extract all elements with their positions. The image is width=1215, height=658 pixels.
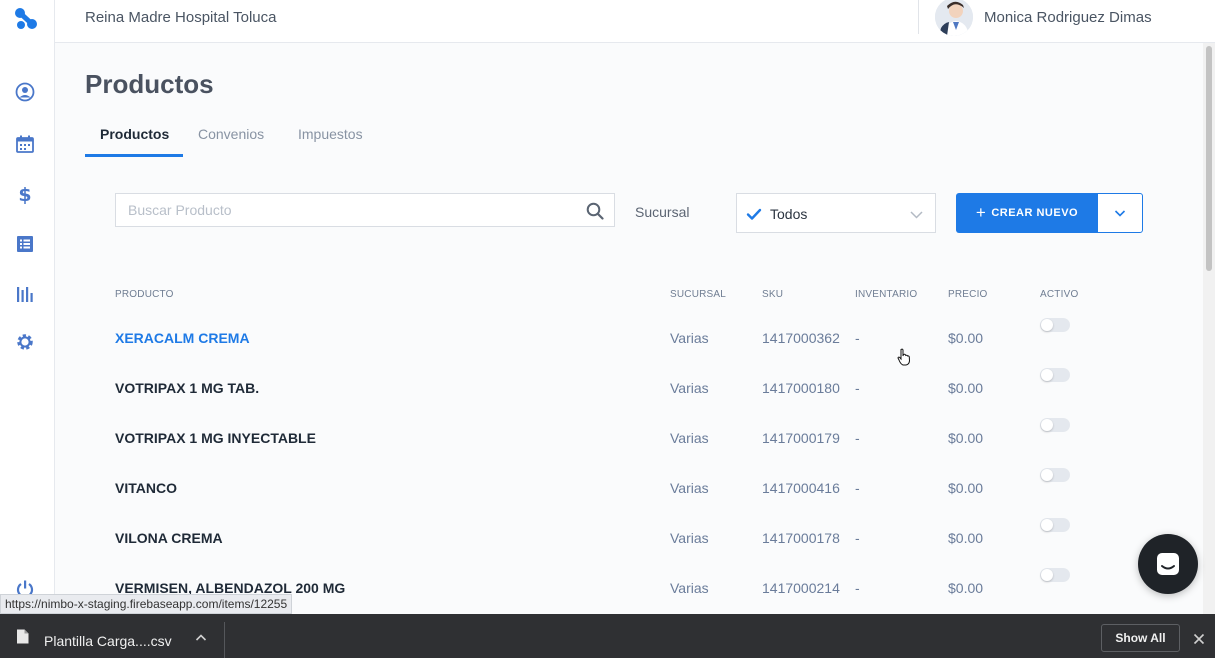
product-precio: $0.00 <box>948 430 984 446</box>
product-sucursal: Varias <box>670 480 709 496</box>
plus-icon: + <box>975 203 987 222</box>
active-toggle[interactable] <box>1040 568 1070 582</box>
tab-convenios[interactable]: Convenios <box>198 126 264 142</box>
dollar-icon[interactable]: $ <box>14 183 36 205</box>
search-icon[interactable] <box>586 202 604 220</box>
active-toggle[interactable] <box>1040 318 1070 332</box>
product-sku: 1417000416 <box>762 480 840 496</box>
status-url: https://nimbo-x-staging.firebaseapp.com/… <box>0 594 293 614</box>
product-name-link[interactable]: XERACALM CREMA <box>115 330 250 346</box>
download-file-name[interactable]: Plantilla Carga....csv <box>44 633 172 649</box>
product-sku: 1417000362 <box>762 330 840 346</box>
hospital-name: Reina Madre Hospital Toluca <box>85 9 277 26</box>
column-header-precio[interactable]: PRECIO <box>948 289 988 300</box>
active-toggle[interactable] <box>1040 368 1070 382</box>
product-name[interactable]: VILONA CREMA <box>115 530 223 546</box>
product-sku: 1417000214 <box>762 580 840 596</box>
scrollbar-thumb[interactable] <box>1206 46 1212 271</box>
create-new-button[interactable]: + CREAR NUEVO <box>956 193 1098 233</box>
column-header-sucursal[interactable]: SUCURSAL <box>670 289 726 300</box>
product-inventario: - <box>855 580 860 596</box>
product-precio: $0.00 <box>948 530 984 546</box>
avatar[interactable] <box>935 0 973 36</box>
app-logo[interactable] <box>13 5 39 31</box>
search-box <box>115 193 615 227</box>
chevron-down-icon <box>910 208 923 221</box>
check-icon <box>746 206 762 222</box>
table-row[interactable]: VILONA CREMA Varias 1417000178 - $0.00 <box>0 518 1200 580</box>
product-sucursal: Varias <box>670 580 709 596</box>
product-sucursal: Varias <box>670 330 709 346</box>
column-header-activo[interactable]: ACTIVO <box>1040 289 1078 300</box>
product-sucursal: Varias <box>670 430 709 446</box>
table-row[interactable]: VOTRIPAX 1 MG TAB. Varias 1417000180 - $… <box>0 368 1200 430</box>
user-circle-icon[interactable] <box>14 81 36 103</box>
product-precio: $0.00 <box>948 330 984 346</box>
table-row[interactable]: VITANCO Varias 1417000416 - $0.00 <box>0 468 1200 530</box>
column-header-sku[interactable]: SKU <box>762 289 783 300</box>
downloads-bar: Plantilla Carga....csv Show All <box>0 614 1215 658</box>
product-name[interactable]: VOTRIPAX 1 MG INYECTABLE <box>115 430 316 446</box>
topbar-divider <box>918 0 919 34</box>
table-row[interactable]: VOTRIPAX 1 MG INYECTABLE Varias 14170001… <box>0 418 1200 480</box>
product-sucursal: Varias <box>670 380 709 396</box>
file-icon <box>16 629 29 644</box>
show-all-button[interactable]: Show All <box>1101 624 1180 652</box>
list-icon[interactable] <box>14 233 36 255</box>
chat-launcher-button[interactable] <box>1138 534 1198 594</box>
vertical-scrollbar[interactable] <box>1203 43 1215 614</box>
product-inventario: - <box>855 430 860 446</box>
column-header-producto[interactable]: PRODUCTO <box>115 289 174 300</box>
product-inventario: - <box>855 380 860 396</box>
svg-text:$: $ <box>18 184 31 204</box>
page-title: Productos <box>85 69 214 99</box>
product-inventario: - <box>855 330 860 346</box>
column-header-inventario[interactable]: INVENTARIO <box>855 289 917 300</box>
downloads-divider <box>224 622 225 658</box>
product-sku: 1417000179 <box>762 430 840 446</box>
hand-cursor-icon <box>897 348 911 366</box>
create-new-label: CREAR NUEVO <box>991 207 1079 219</box>
product-precio: $0.00 <box>948 580 984 596</box>
search-input[interactable] <box>116 194 576 226</box>
table-row[interactable]: XERACALM CREMA Varias 1417000362 - $0.00 <box>0 318 1200 380</box>
close-icon[interactable] <box>1193 632 1205 645</box>
active-toggle[interactable] <box>1040 518 1070 532</box>
product-inventario: - <box>855 530 860 546</box>
product-sku: 1417000178 <box>762 530 840 546</box>
product-precio: $0.00 <box>948 380 984 396</box>
chat-icon <box>1157 553 1179 575</box>
top-bar: Reina Madre Hospital Toluca Monica Rodri… <box>55 0 1215 43</box>
product-name[interactable]: VOTRIPAX 1 MG TAB. <box>115 380 259 396</box>
tab-impuestos[interactable]: Impuestos <box>298 126 363 142</box>
tab-productos[interactable]: Productos <box>100 126 169 142</box>
product-sucursal: Varias <box>670 530 709 546</box>
bar-chart-icon[interactable] <box>14 283 36 305</box>
active-toggle[interactable] <box>1040 418 1070 432</box>
product-name[interactable]: VITANCO <box>115 480 177 496</box>
product-sku: 1417000180 <box>762 380 840 396</box>
product-inventario: - <box>855 480 860 496</box>
chevron-up-icon[interactable] <box>195 631 207 643</box>
product-precio: $0.00 <box>948 480 984 496</box>
user-name[interactable]: Monica Rodriguez Dimas <box>984 9 1152 26</box>
chevron-down-icon <box>1114 210 1126 217</box>
active-toggle[interactable] <box>1040 468 1070 482</box>
create-options-button[interactable] <box>1097 193 1143 233</box>
active-tab-indicator <box>85 154 183 157</box>
sucursal-label: Sucursal <box>635 204 690 220</box>
sucursal-select[interactable]: Todos <box>736 193 936 233</box>
sucursal-value: Todos <box>770 206 808 222</box>
calendar-icon[interactable] <box>14 133 36 155</box>
